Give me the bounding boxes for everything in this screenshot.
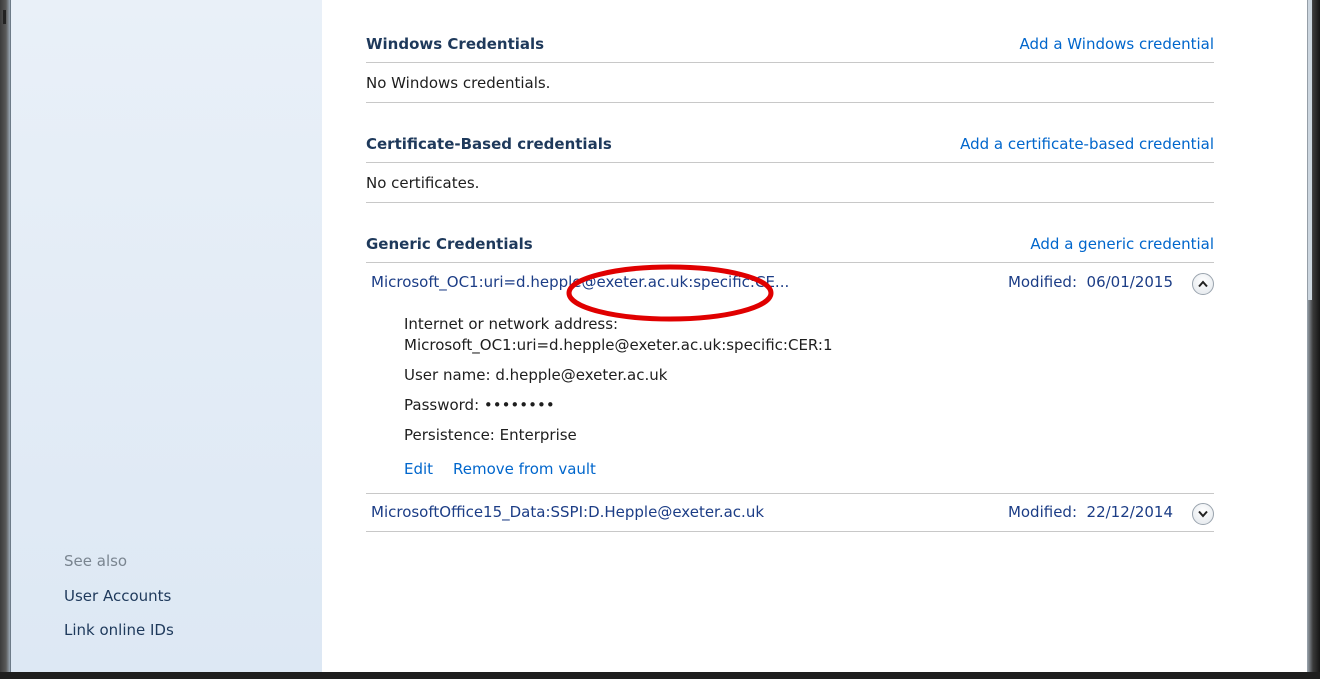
divider [366, 102, 1214, 103]
credential-modified-date: Modified: 06/01/2015 [1007, 273, 1173, 291]
sidebar: See also User Accounts Link online IDs [11, 0, 322, 672]
certificate-credentials-title: Certificate-Based credentials [366, 135, 612, 153]
chevron-up-icon[interactable] [1192, 273, 1214, 295]
window-frame-left [0, 0, 10, 679]
windows-credentials-empty: No Windows credentials. [366, 74, 551, 92]
password-field: Password: •••••••• [404, 396, 555, 414]
window-frame-bottom [0, 672, 1320, 679]
chevron-down-icon[interactable] [1192, 503, 1214, 525]
credential-item-name[interactable]: Microsoft_OC1:uri=d.hepple@exeter.ac.uk:… [371, 273, 789, 291]
windows-credentials-header: Windows Credentials Add a Windows creden… [366, 35, 1214, 55]
credential-modified-date: Modified: 22/12/2014 [1007, 503, 1173, 521]
generic-credentials-header: Generic Credentials Add a generic creden… [366, 235, 1214, 255]
certificates-empty: No certificates. [366, 174, 480, 192]
remove-from-vault-link[interactable]: Remove from vault [453, 460, 596, 478]
address-value: Microsoft_OC1:uri=d.hepple@exeter.ac.uk:… [404, 336, 833, 354]
add-generic-credential-link[interactable]: Add a generic credential [1030, 235, 1214, 253]
certificate-credentials-header: Certificate-Based credentials Add a cert… [366, 135, 1214, 155]
divider [366, 262, 1214, 263]
add-certificate-credential-link[interactable]: Add a certificate-based credential [960, 135, 1214, 153]
address-label: Internet or network address: [404, 315, 619, 333]
divider [366, 202, 1214, 203]
generic-credentials-title: Generic Credentials [366, 235, 533, 253]
username-field: User name: d.hepple@exeter.ac.uk [404, 366, 668, 384]
windows-credentials-title: Windows Credentials [366, 35, 545, 53]
divider [366, 531, 1214, 532]
divider [366, 493, 1214, 494]
divider [366, 62, 1214, 63]
persistence-field: Persistence: Enterprise [404, 426, 577, 444]
divider [366, 162, 1214, 163]
see-also-heading: See also [64, 552, 128, 570]
edit-link[interactable]: Edit [404, 460, 433, 478]
window-frame-right [1306, 0, 1320, 679]
link-online-ids-link[interactable]: Link online IDs [64, 621, 174, 639]
credential-item-name[interactable]: MicrosoftOffice15_Data:SSPI:D.Hepple@exe… [371, 503, 764, 521]
add-windows-credential-link[interactable]: Add a Windows credential [1020, 35, 1214, 53]
credential-manager-window: See also User Accounts Link online IDs W… [10, 0, 1307, 672]
user-accounts-link[interactable]: User Accounts [64, 587, 171, 605]
